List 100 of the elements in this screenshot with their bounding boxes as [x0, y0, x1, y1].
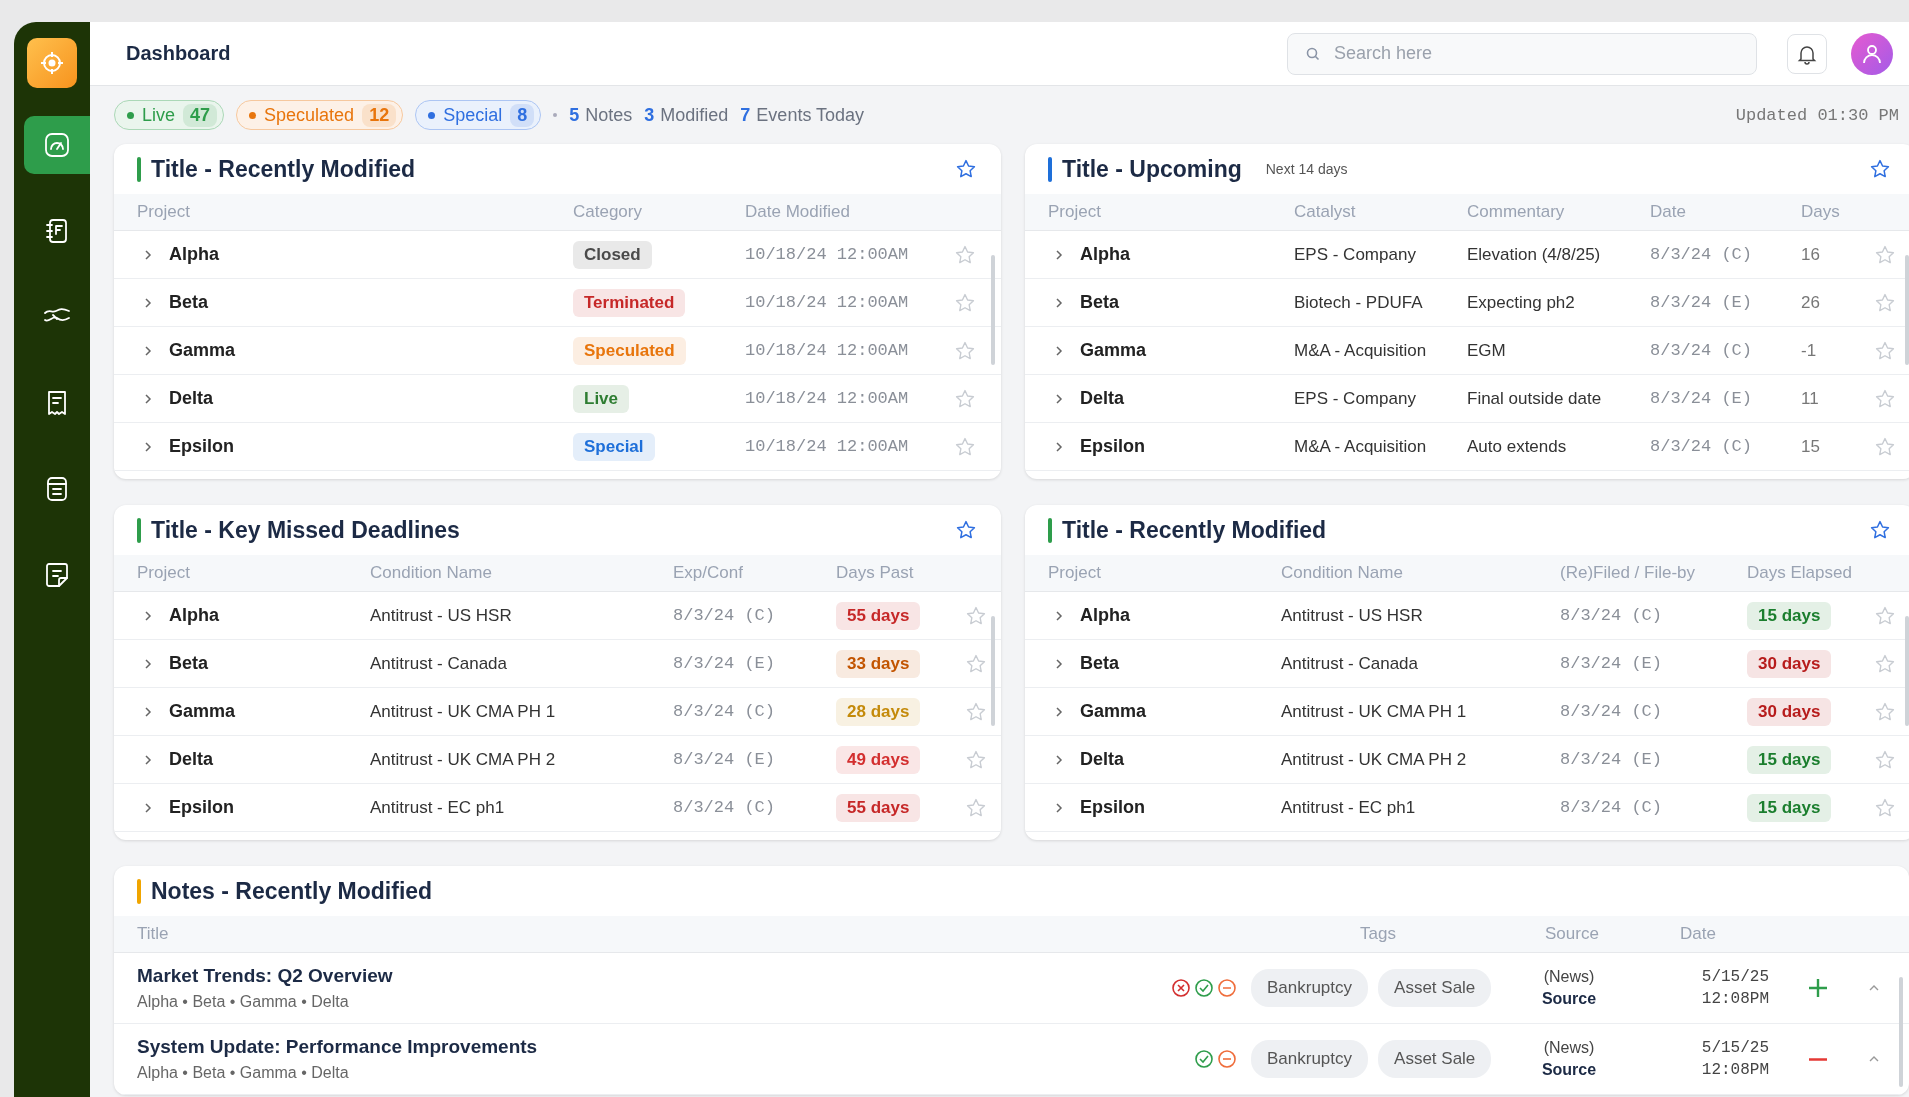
star-icon[interactable] — [1874, 291, 1896, 314]
filter-chip[interactable]: Special 8 — [415, 100, 542, 130]
updated-time: Updated 01:30 PM — [1735, 105, 1899, 125]
panel-title: Title - Key Missed Deadlines — [151, 516, 460, 544]
status-badge: Terminated — [573, 288, 686, 317]
project-name: Delta — [1080, 749, 1124, 770]
star-icon[interactable] — [965, 652, 987, 675]
date-cell: 10/18/24 12:00AM — [745, 245, 909, 264]
table-cell: Antitrust - UK CMA PH 2 — [1281, 749, 1467, 770]
date-cell: 8/3/24 (C) — [673, 702, 776, 721]
status-badge: Special — [573, 432, 655, 461]
table-cell: M&A - Acquisition — [1294, 340, 1427, 361]
star-icon[interactable] — [965, 748, 987, 771]
project-name: Epsilon — [1080, 797, 1145, 818]
column-header: Title — [137, 924, 170, 944]
star-icon[interactable] — [1874, 387, 1896, 410]
tag-pill[interactable]: Bankruptcy — [1251, 969, 1369, 1007]
star-icon[interactable] — [965, 700, 987, 723]
column-header: Tags — [1360, 924, 1397, 944]
star-icon[interactable] — [1874, 339, 1896, 362]
star-icon[interactable] — [1869, 158, 1891, 180]
date-cell: 10/18/24 12:00AM — [745, 389, 909, 408]
project-name: Alpha — [169, 244, 219, 265]
star-icon[interactable] — [954, 291, 976, 314]
status-badge: 15 days — [1747, 745, 1832, 774]
minus-circle-icon — [1217, 978, 1237, 998]
project-name: Epsilon — [169, 436, 234, 457]
tag-pill[interactable]: Asset Sale — [1378, 969, 1492, 1007]
date-cell: 8/3/24 (C) — [1650, 245, 1753, 264]
table-cell: Antitrust - Canada — [370, 653, 507, 674]
table-cell: EGM — [1467, 340, 1506, 361]
note-title[interactable]: System Update: Performance Improvements — [137, 1036, 538, 1058]
stat-label: Events Today — [756, 104, 865, 126]
column-header: Condition Name — [1281, 563, 1404, 583]
panel-title: Title - Recently Modified — [151, 155, 416, 183]
column-header: Source — [1545, 924, 1600, 944]
star-icon[interactable] — [1874, 435, 1896, 458]
date-cell: 8/3/24 (C) — [1560, 798, 1663, 817]
date-cell: 8/3/24 (E) — [1560, 750, 1663, 769]
star-icon[interactable] — [1874, 748, 1896, 771]
nav-gauge-icon[interactable] — [24, 116, 90, 174]
status-badge: Live — [573, 384, 630, 413]
search-field[interactable]: Search here — [1287, 32, 1757, 75]
star-icon[interactable] — [954, 339, 976, 362]
date-cell: 8/3/24 (E) — [673, 750, 776, 769]
tag-pill[interactable]: Asset Sale — [1378, 1040, 1492, 1078]
project-name: Epsilon — [169, 797, 234, 818]
status-badge: 15 days — [1747, 601, 1832, 630]
star-icon[interactable] — [1874, 700, 1896, 723]
project-name: Beta — [169, 653, 208, 674]
status-badge: 55 days — [836, 793, 921, 822]
project-name: Epsilon — [1080, 436, 1145, 457]
note-projects: Alpha • Beta • Gamma • Delta — [137, 993, 350, 1011]
star-icon[interactable] — [954, 243, 976, 266]
star-icon[interactable] — [965, 604, 987, 627]
star-icon[interactable] — [1874, 243, 1896, 266]
notifications-button[interactable] — [1787, 33, 1827, 74]
tag-pill[interactable]: Bankruptcy — [1251, 1040, 1369, 1078]
date-cell: 10/18/24 12:00AM — [745, 341, 909, 360]
column-header: Days Past — [836, 563, 915, 583]
date-cell: 8/3/24 (E) — [1560, 654, 1663, 673]
star-icon[interactable] — [965, 796, 987, 819]
stat-count: 7 — [740, 104, 751, 126]
star-icon[interactable] — [955, 519, 977, 541]
star-icon[interactable] — [954, 435, 976, 458]
star-icon[interactable] — [955, 158, 977, 180]
column-header: (Re)Filed / File-by — [1560, 563, 1697, 583]
star-icon[interactable] — [1874, 604, 1896, 627]
table-cell: Antitrust - EC ph1 — [1281, 797, 1416, 818]
column-header: Days Elapsed — [1747, 563, 1853, 583]
date-cell: 8/3/24 (C) — [1650, 341, 1753, 360]
days-cell: -1 — [1801, 340, 1817, 361]
project-name: Gamma — [1080, 701, 1147, 722]
note-date: 5/15/25 — [1701, 1039, 1769, 1057]
table-cell: Expecting ph2 — [1467, 292, 1575, 313]
star-icon[interactable] — [954, 387, 976, 410]
days-cell: 15 — [1801, 436, 1820, 457]
panel-title: Title - Upcoming — [1062, 155, 1242, 183]
star-icon[interactable] — [1874, 796, 1896, 819]
plus-icon — [1809, 979, 1827, 997]
note-time: 12:08PM — [1701, 1061, 1769, 1079]
status-badge: 33 days — [836, 649, 921, 678]
note-title[interactable]: Market Trends: Q2 Overview — [137, 965, 393, 987]
column-header: Date Modified — [745, 202, 851, 222]
minus-circle-icon — [1217, 1049, 1237, 1069]
project-name: Beta — [169, 292, 208, 313]
star-icon[interactable] — [1869, 519, 1891, 541]
x-circle-icon — [1171, 978, 1191, 998]
table-cell: Antitrust - Canada — [1281, 653, 1418, 674]
logo-icon — [27, 38, 77, 88]
avatar[interactable] — [1851, 32, 1893, 75]
date-cell: 8/3/24 (E) — [1650, 293, 1753, 312]
minus-icon — [1809, 1057, 1827, 1061]
project-name: Delta — [1080, 388, 1124, 409]
status-badge: Closed — [573, 240, 652, 269]
column-header: Commentary — [1467, 202, 1566, 222]
project-name: Delta — [169, 749, 213, 770]
status-badge: 30 days — [1747, 649, 1832, 678]
star-icon[interactable] — [1874, 652, 1896, 675]
date-cell: 8/3/24 (E) — [1650, 389, 1753, 408]
